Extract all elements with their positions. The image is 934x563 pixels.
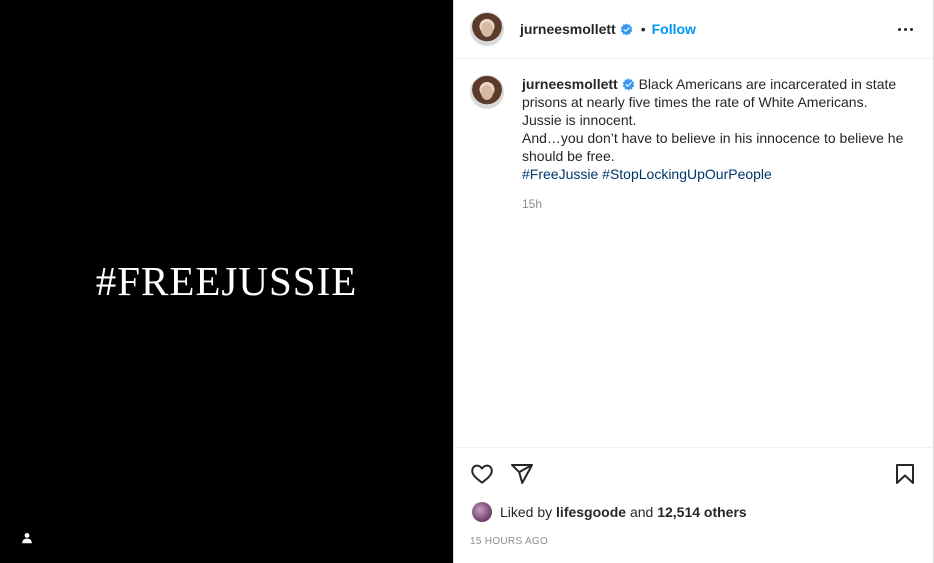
header-separator: • (640, 21, 646, 37)
comments-section: jurneesmollett Black Americans are incar… (454, 59, 933, 447)
likes-conjunction: and (629, 504, 654, 520)
caption-username[interactable]: jurneesmollett (522, 76, 618, 92)
likes-summary: Liked by lifesgoode and 12,514 others (470, 502, 917, 522)
caption-hashtags: #FreeJussie #StopLockingUpOurPeople (522, 165, 917, 183)
paper-plane-icon[interactable] (510, 462, 534, 486)
instagram-post: #FREEJUSSIE jurneesmollett • Follow jurn… (0, 0, 934, 563)
follow-button[interactable]: Follow (652, 21, 696, 37)
likes-prefix: Liked by (500, 504, 553, 520)
author-avatar[interactable] (470, 12, 504, 46)
post-actions-section: Liked by lifesgoode and 12,514 others 15… (454, 447, 933, 563)
liker-username[interactable]: lifesgoode (556, 504, 626, 520)
heart-icon[interactable] (470, 462, 494, 486)
liker-avatar[interactable] (472, 502, 492, 522)
caption-text-line: And…you don’t have to believe in his inn… (522, 130, 904, 164)
post-caption: jurneesmollett Black Americans are incar… (470, 75, 917, 213)
caption-timestamp[interactable]: 15h (522, 195, 917, 213)
media-overlay-text: #FREEJUSSIE (95, 258, 358, 304)
action-bar (470, 448, 917, 500)
verified-badge-icon (622, 78, 635, 91)
caption-avatar[interactable] (470, 75, 504, 109)
more-options-icon[interactable] (893, 17, 917, 41)
user-tag-icon[interactable] (17, 528, 37, 548)
post-sidebar: jurneesmollett • Follow jurneesmollett B… (453, 0, 934, 563)
verified-badge-icon (620, 22, 633, 36)
post-header: jurneesmollett • Follow (454, 0, 933, 59)
post-media[interactable]: #FREEJUSSIE (0, 0, 453, 563)
likes-others-count[interactable]: 12,514 others (657, 504, 747, 520)
hashtag-link[interactable]: #FreeJussie (522, 166, 598, 182)
hashtag-link[interactable]: #StopLockingUpOurPeople (602, 166, 772, 182)
caption-body: jurneesmollett Black Americans are incar… (522, 75, 917, 213)
author-username[interactable]: jurneesmollett (520, 21, 616, 37)
caption-text-line: Jussie is innocent. (522, 112, 637, 128)
posted-time[interactable]: 15 HOURS AGO (470, 536, 917, 547)
bookmark-icon[interactable] (893, 462, 917, 486)
